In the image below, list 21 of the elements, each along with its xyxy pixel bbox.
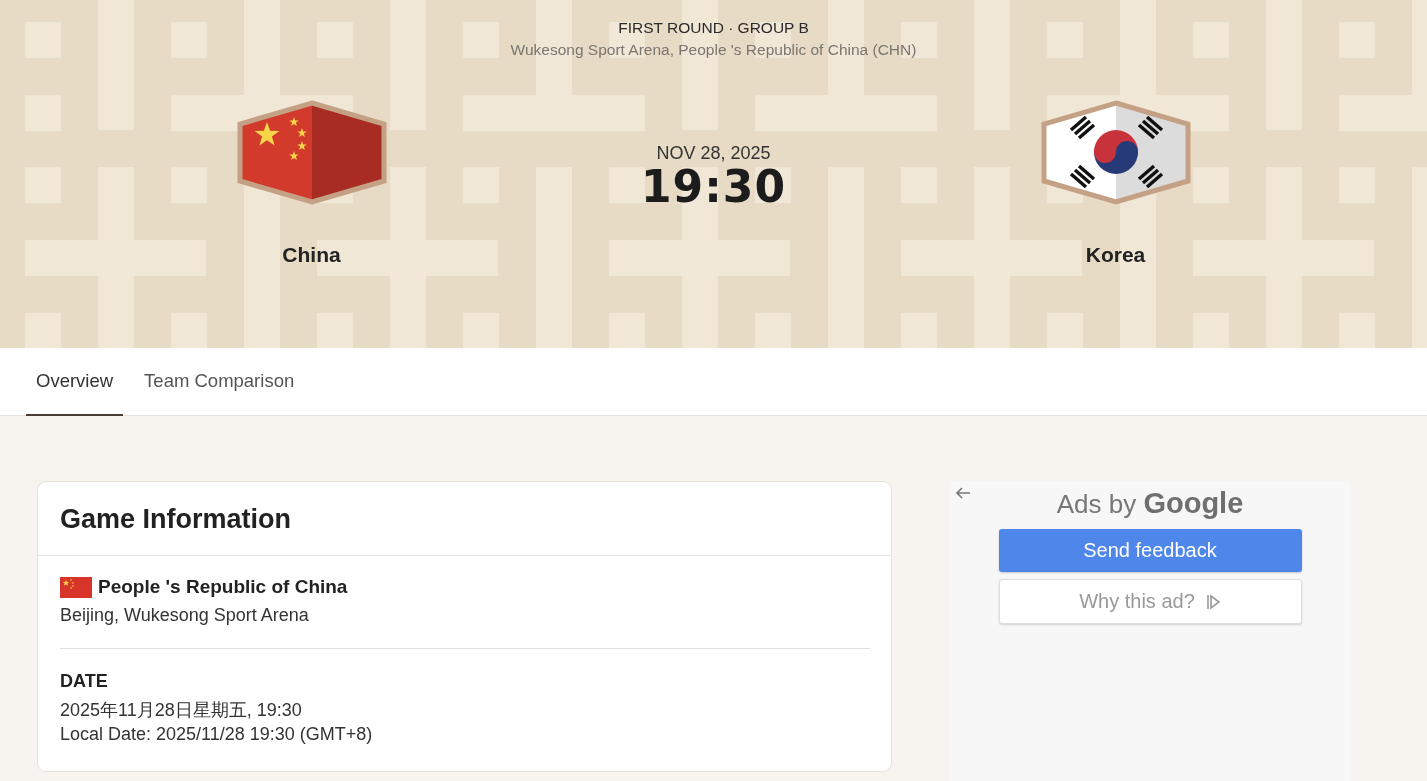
country-name: People 's Republic of China [98,576,348,598]
team-name: China [282,243,341,267]
tab[interactable]: Team Comparison [134,348,305,416]
feedback-button[interactable]: Send feedback [998,529,1302,572]
flag-icon [236,100,387,205]
ads-by-label: Ads by Google [1056,487,1244,520]
flag-icon [60,576,92,598]
back-arrow-icon[interactable] [955,486,971,500]
team-name: Korea [1085,243,1146,267]
date-text: Local Date: 2025/11/28 19:30 (GMT+8) [60,723,374,746]
venue-label: Wukesong Sport Arena, People 's Republic of China (CHN) [510,40,917,60]
date-label: DATE [60,671,109,692]
round-label: FIRST ROUND · GROUP B [618,18,809,38]
triangle-icon [1204,592,1221,611]
location-text: Beijing, Wukesong Sport Arena [60,605,870,649]
match-time: 19:30 [640,164,787,210]
tab[interactable]: Overview [26,348,124,416]
flag-icon [1040,100,1191,205]
match-date: NOV 28, 2025 [656,143,771,164]
card-title: Game Information [38,482,891,556]
date-text: 2025年11月28日星期五, 19:30 [60,699,303,722]
